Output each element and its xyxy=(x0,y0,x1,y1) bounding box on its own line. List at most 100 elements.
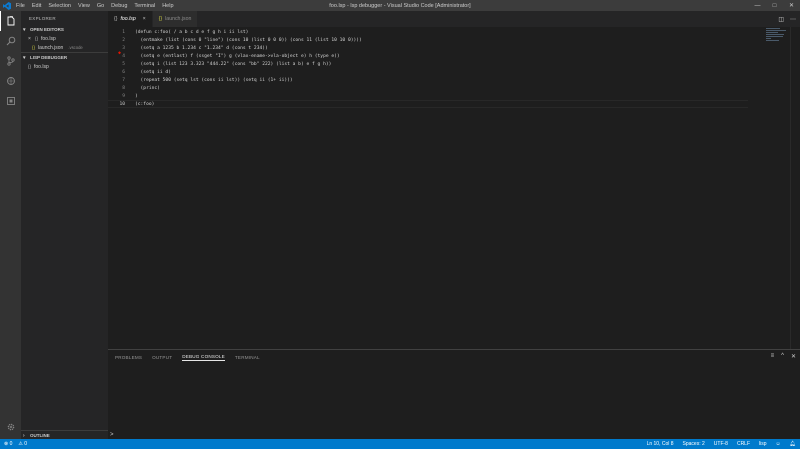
code-text: ) xyxy=(135,93,138,99)
menu-edit[interactable]: Edit xyxy=(32,3,41,9)
code-text: (c:foo) xyxy=(135,101,155,107)
tab-terminal[interactable]: TERMINAL xyxy=(235,355,260,360)
json-file-icon: {} xyxy=(158,16,163,22)
file-tree-item[interactable]: {} foo.lsp xyxy=(21,62,108,71)
code-line[interactable]: 3 (setq a 1235 b 1.234 c "1.234" d (cons… xyxy=(108,44,748,52)
open-editor-name: launch.json xyxy=(38,44,64,51)
maximize-button[interactable]: □ xyxy=(766,0,783,11)
warnings-indicator[interactable]: ⚠ 0 xyxy=(18,441,27,447)
source-control-icon[interactable] xyxy=(0,51,21,71)
extensions-icon[interactable] xyxy=(0,91,21,111)
code-line[interactable]: 6 (setq ii d) xyxy=(108,68,748,76)
open-editors-header[interactable]: ▾ OPEN EDITORS xyxy=(21,25,108,34)
code-text: (setq a 1235 b 1.234 c "1.234" d (cons t… xyxy=(135,45,268,51)
code-line[interactable]: 5 (setq i (list 123 3.323 "444.22" (cons… xyxy=(108,60,748,68)
line-number: 6 xyxy=(122,69,125,75)
debug-icon[interactable] xyxy=(0,71,21,91)
line-number: 10 xyxy=(119,101,125,107)
split-editor-icon[interactable]: ◫ xyxy=(778,16,784,23)
search-icon[interactable] xyxy=(0,31,21,51)
bottom-panel: PROBLEMS OUTPUT DEBUG CONSOLE TERMINAL ≡… xyxy=(108,349,800,439)
line-ending[interactable]: CRLF xyxy=(737,441,750,447)
code-line[interactable]: 1 (defun c:foo( / a b c d e f g h i ii l… xyxy=(108,28,748,36)
tab-foo-lsp[interactable]: {} foo.lsp × xyxy=(108,11,153,27)
close-editor-icon[interactable]: × xyxy=(28,36,32,42)
menu-view[interactable]: View xyxy=(78,3,90,9)
feedback-smiley-icon[interactable]: ☺ xyxy=(776,441,781,447)
open-editors-title: OPEN EDITORS xyxy=(30,27,64,32)
title-bar: File Edit Selection View Go Debug Termin… xyxy=(0,0,800,11)
explorer-sidebar: EXPLORER ▾ OPEN EDITORS × {} foo.lsp {} … xyxy=(21,11,108,439)
close-tab-icon[interactable]: × xyxy=(143,16,146,22)
tab-label: foo.lsp xyxy=(120,16,136,22)
code-line[interactable]: 7 (repeat 500 (setq lst (cons ii lst)) (… xyxy=(108,76,748,84)
errors-indicator[interactable]: ⊗ 0 xyxy=(4,441,12,447)
sidebar-header: EXPLORER xyxy=(29,15,56,21)
open-editor-item[interactable]: {} launch.json .vscode xyxy=(21,43,108,52)
code-text: (entmake (list (cons 0 "line") (cons 10 … xyxy=(135,37,362,43)
menu-go[interactable]: Go xyxy=(97,3,104,9)
menu-file[interactable]: File xyxy=(16,3,25,9)
clear-console-icon[interactable]: ≡ xyxy=(771,353,775,360)
panel-tabs: PROBLEMS OUTPUT DEBUG CONSOLE TERMINAL xyxy=(108,350,800,364)
line-number: 9 xyxy=(122,93,125,99)
code-line-current[interactable]: 10 (c:foo) xyxy=(108,100,748,108)
encoding[interactable]: UTF-8 xyxy=(714,441,728,447)
tab-output[interactable]: OUTPUT xyxy=(152,355,172,360)
window-controls: — □ ✕ xyxy=(749,0,800,11)
maximize-panel-icon[interactable]: ^ xyxy=(781,353,784,360)
tab-problems[interactable]: PROBLEMS xyxy=(115,355,142,360)
chevron-down-icon: ▾ xyxy=(23,26,26,33)
line-number: 3 xyxy=(122,45,125,51)
tab-debug-console[interactable]: DEBUG CONSOLE xyxy=(182,354,225,361)
explorer-icon[interactable] xyxy=(0,11,21,31)
code-text: (defun c:foo( / a b c d e f g h i ii lst… xyxy=(135,29,249,35)
panel-actions: ≡ ^ ✕ xyxy=(771,353,796,360)
code-line[interactable]: 2 (entmake (list (cons 0 "line") (cons 1… xyxy=(108,36,748,44)
menu-terminal[interactable]: Terminal xyxy=(134,3,155,9)
minimize-button[interactable]: — xyxy=(749,0,766,11)
close-panel-icon[interactable]: ✕ xyxy=(791,353,796,360)
code-line[interactable]: 4 (setq e (entlast) f (ssget "I") g (vla… xyxy=(108,52,748,60)
outline-section[interactable]: › OUTLINE xyxy=(21,430,108,439)
language-mode[interactable]: lisp xyxy=(759,441,767,447)
status-bar: ⊗ 0 ⚠ 0 Ln 10, Col 8 Spaces: 2 UTF-8 CRL… xyxy=(0,439,800,449)
activity-bar xyxy=(0,11,21,439)
folder-title: LISP DEBUGGER xyxy=(30,55,68,60)
code-text: (princ) xyxy=(135,85,160,91)
code-text: (setq e (entlast) f (ssget "I") g (vlax-… xyxy=(135,53,340,59)
menu-selection[interactable]: Selection xyxy=(48,3,71,9)
line-number: 7 xyxy=(122,77,125,83)
editor-scrollbar[interactable] xyxy=(790,27,800,349)
code-text: (setq i (list 123 3.323 "444.22" (cons "… xyxy=(135,61,332,67)
code-text: (setq ii d) xyxy=(135,69,171,75)
more-actions-icon[interactable]: ⋯ xyxy=(790,16,796,23)
chevron-down-icon: ▾ xyxy=(23,54,26,61)
console-prompt-icon[interactable]: > xyxy=(110,432,114,438)
settings-gear-icon[interactable] xyxy=(0,417,21,437)
editor-tabs: {} foo.lsp × {} launch.json ◫ ⋯ xyxy=(108,11,800,27)
menu-debug[interactable]: Debug xyxy=(111,3,127,9)
tab-label: launch.json xyxy=(165,16,192,22)
code-line[interactable]: 8 (princ) xyxy=(108,84,748,92)
tab-launch-json[interactable]: {} launch.json xyxy=(152,11,199,27)
menu-help[interactable]: Help xyxy=(162,3,173,9)
code-text: (repeat 500 (setq lst (cons ii lst)) (se… xyxy=(135,77,293,83)
close-window-button[interactable]: ✕ xyxy=(783,0,800,11)
folder-header[interactable]: ▾ LISP DEBUGGER xyxy=(21,53,108,62)
file-icon: {} xyxy=(114,16,118,22)
open-editor-name: foo.lsp xyxy=(41,35,56,42)
menu-bar: File Edit Selection View Go Debug Termin… xyxy=(16,3,174,9)
notifications-bell-icon[interactable]: 🔔︎ xyxy=(790,441,796,447)
code-editor[interactable]: ◆ 1 (defun c:foo( / a b c d e f g h i ii… xyxy=(108,27,800,349)
open-editor-item[interactable]: × {} foo.lsp xyxy=(21,34,108,43)
editor-actions: ◫ ⋯ xyxy=(778,11,796,27)
file-icon: {} xyxy=(35,36,39,41)
code-line[interactable]: 9 ) xyxy=(108,92,748,100)
indentation[interactable]: Spaces: 2 xyxy=(683,441,705,447)
cursor-position[interactable]: Ln 10, Col 8 xyxy=(647,441,674,447)
line-number: 8 xyxy=(122,85,125,91)
minimap[interactable] xyxy=(766,27,788,47)
line-number: 2 xyxy=(122,37,125,43)
line-number: 1 xyxy=(122,29,125,35)
